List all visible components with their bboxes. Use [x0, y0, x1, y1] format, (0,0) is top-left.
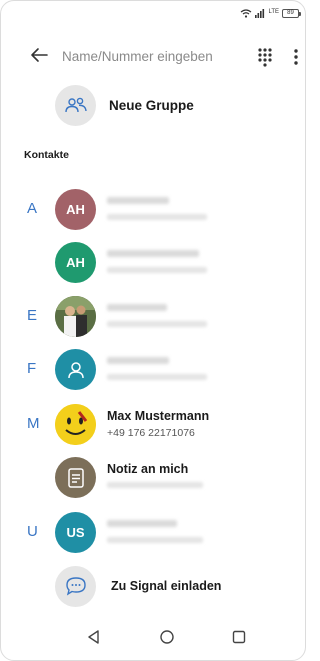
avatar	[55, 349, 96, 390]
avatar-initials: AH	[66, 202, 85, 217]
contact-row[interactable]: Notiz an mich	[1, 456, 305, 500]
system-nav-bar	[1, 616, 305, 660]
avatar	[55, 457, 96, 498]
contacts-section-title: Kontakte	[24, 149, 69, 161]
photo-image	[55, 296, 96, 337]
avatar: US	[55, 512, 96, 553]
app-frame: LTE 89 Name/Nummer eingeben Neue Gruppe …	[0, 0, 306, 661]
avatar-initials: US	[66, 525, 85, 540]
contact-name-redacted	[107, 197, 169, 204]
avatar-initials: AH	[66, 255, 85, 270]
search-input[interactable]	[62, 45, 242, 67]
status-bar: LTE 89	[1, 1, 305, 29]
contact-row[interactable]: E	[1, 295, 305, 339]
contact-name: Max Mustermann	[107, 409, 210, 423]
contact-name-redacted	[107, 520, 177, 527]
contact-row[interactable]: M Max Mustermann +49 176 22171076	[1, 403, 305, 447]
contact-detail-redacted	[107, 374, 207, 380]
wifi-icon	[241, 9, 252, 18]
index-letter: A	[27, 200, 38, 217]
index-letter: U	[27, 523, 38, 540]
contact-row[interactable]: A AH	[1, 188, 305, 232]
contact-detail-redacted	[107, 321, 207, 327]
group-icon	[55, 84, 96, 126]
contact-name-redacted	[107, 357, 169, 364]
note-icon	[67, 467, 84, 488]
contact-name: Notiz an mich	[107, 462, 189, 476]
index-letter: E	[27, 307, 38, 324]
contact-row[interactable]: F	[1, 348, 305, 392]
new-group-label: Neue Gruppe	[109, 97, 194, 113]
contact-detail-redacted	[107, 267, 207, 273]
signal-icon	[255, 9, 265, 18]
invite-label: Zu Signal einladen	[111, 579, 222, 593]
battery-icon: 89	[282, 9, 301, 18]
avatar-photo	[55, 296, 96, 337]
invite-to-signal-button[interactable]: Zu Signal einladen	[55, 565, 221, 607]
avatar: AH	[55, 242, 96, 283]
avatar	[55, 404, 96, 445]
contact-detail-redacted	[107, 537, 203, 543]
new-group-button[interactable]: Neue Gruppe	[55, 84, 194, 126]
dialpad-icon[interactable]	[253, 45, 277, 69]
recents-square-icon[interactable]	[229, 627, 249, 647]
chat-bubble-icon	[55, 565, 96, 607]
battery-level: 89	[287, 10, 294, 16]
avatar: AH	[55, 189, 96, 230]
index-letter: M	[27, 415, 40, 432]
contact-row[interactable]: AH	[1, 241, 305, 285]
smiley-icon	[55, 404, 96, 445]
more-options-icon[interactable]	[291, 45, 301, 69]
contact-phone: +49 176 22171076	[107, 427, 195, 439]
search-bar	[1, 39, 305, 73]
contact-detail-redacted	[107, 214, 207, 220]
status-icons: LTE 89	[240, 8, 301, 18]
network-type: LTE	[268, 8, 279, 15]
contact-name-redacted	[107, 304, 167, 311]
person-icon	[67, 361, 84, 378]
index-letter: F	[27, 360, 37, 377]
home-circle-icon[interactable]	[157, 627, 177, 647]
contact-name-redacted	[107, 250, 199, 257]
back-triangle-icon[interactable]	[84, 627, 104, 647]
contact-detail-redacted	[107, 482, 203, 488]
contact-row[interactable]: U US	[1, 511, 305, 555]
back-arrow-icon[interactable]	[27, 43, 51, 67]
